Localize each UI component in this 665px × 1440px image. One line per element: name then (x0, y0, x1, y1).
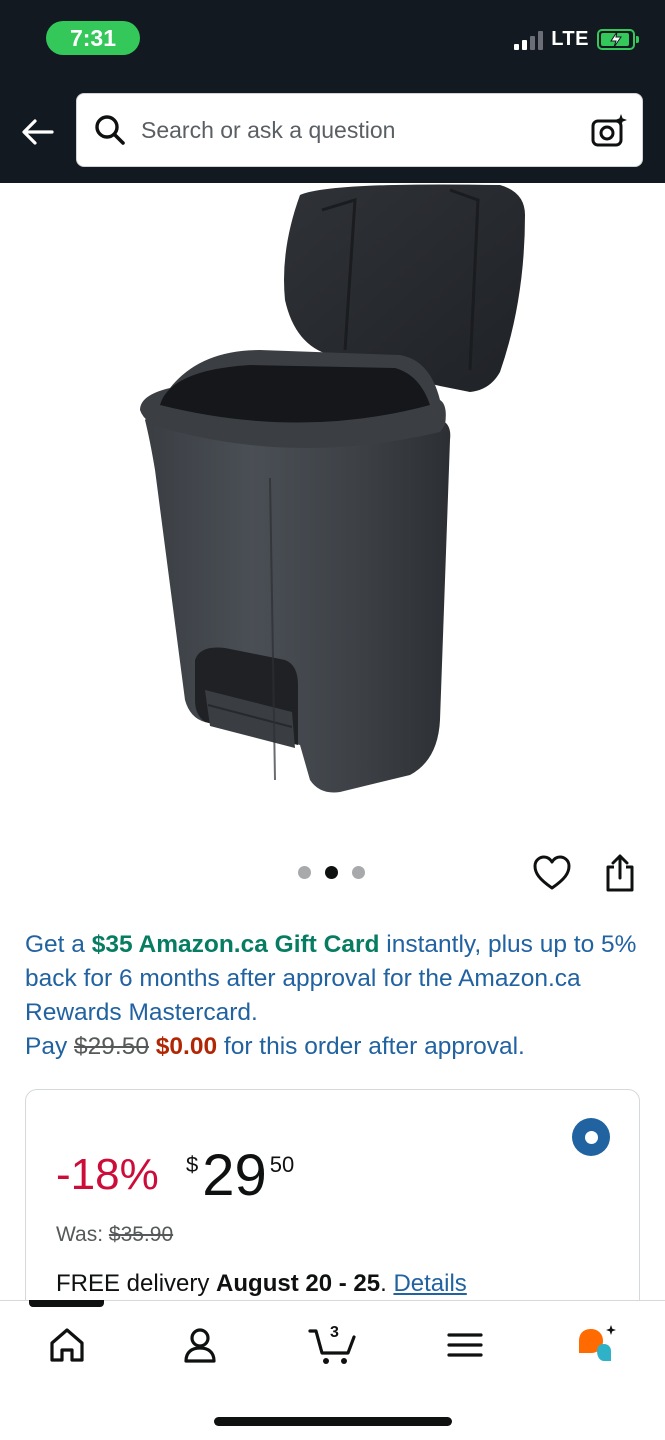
search-icon (95, 115, 125, 145)
discount-percent: -18% (56, 1150, 159, 1199)
pagination-dot-active[interactable] (325, 866, 338, 879)
account-icon[interactable] (178, 1323, 222, 1367)
status-indicators: LTE (514, 28, 639, 51)
image-pagination-dots[interactable] (298, 866, 365, 879)
pagination-dot[interactable] (352, 866, 365, 879)
was-price: Was: $35.90 (56, 1223, 173, 1247)
credit-card-promo[interactable]: Get a $35 Amazon.ca Gift Card instantly,… (25, 928, 645, 1064)
cart-button[interactable]: 3 (308, 1323, 360, 1367)
selected-radio-button[interactable] (572, 1118, 610, 1156)
back-arrow-icon[interactable] (20, 114, 56, 150)
promo-new-price: $0.00 (155, 1033, 218, 1060)
delivery-details-link[interactable]: Details (393, 1270, 466, 1297)
price-fraction: 50 (269, 1152, 295, 1177)
home-indicator (214, 1417, 452, 1426)
cellular-signal-icon (514, 30, 544, 50)
search-input[interactable] (141, 116, 561, 144)
delivery-info: FREE delivery August 20 - 25. Details (56, 1270, 467, 1298)
search-bar[interactable] (76, 93, 643, 167)
app-header: 7:31 LTE (0, 0, 665, 183)
price-whole: 29 (202, 1143, 267, 1208)
promo-text: Get a (25, 931, 92, 958)
delivery-dates: August 20 - 25 (216, 1270, 381, 1297)
pagination-dot[interactable] (298, 866, 311, 879)
cart-count-badge: 3 (330, 1324, 339, 1341)
product-image[interactable] (0, 183, 665, 833)
network-type: LTE (551, 28, 589, 50)
promo-pay-label: Pay (25, 1033, 75, 1060)
home-icon[interactable] (45, 1323, 89, 1367)
menu-icon[interactable] (443, 1323, 487, 1367)
battery-charging-icon (597, 29, 639, 50)
promo-original-price: $29.50 (74, 1033, 149, 1060)
buy-option-card[interactable]: -18% $ 29 50 Was: $35.90 FREE delivery A… (25, 1089, 640, 1329)
camera-search-icon[interactable] (590, 112, 628, 150)
promo-text: for this order after approval. (217, 1033, 525, 1060)
was-label: Was: (56, 1223, 109, 1246)
bottom-navigation: 3 (0, 1300, 665, 1440)
heart-icon[interactable] (533, 855, 571, 891)
current-price: $ 29 50 (186, 1144, 294, 1208)
share-icon[interactable] (603, 853, 637, 893)
status-time: 7:31 (46, 21, 140, 55)
step-trash-can-image (140, 184, 525, 793)
delivery-suffix: . (380, 1270, 394, 1297)
rufus-ai-icon[interactable] (575, 1323, 619, 1367)
active-tab-indicator (29, 1300, 104, 1307)
promo-gift-card: $35 Amazon.ca Gift Card (91, 931, 380, 958)
delivery-prefix: FREE delivery (56, 1270, 217, 1297)
price-currency: $ (186, 1152, 199, 1177)
was-price-value: $35.90 (108, 1223, 174, 1246)
